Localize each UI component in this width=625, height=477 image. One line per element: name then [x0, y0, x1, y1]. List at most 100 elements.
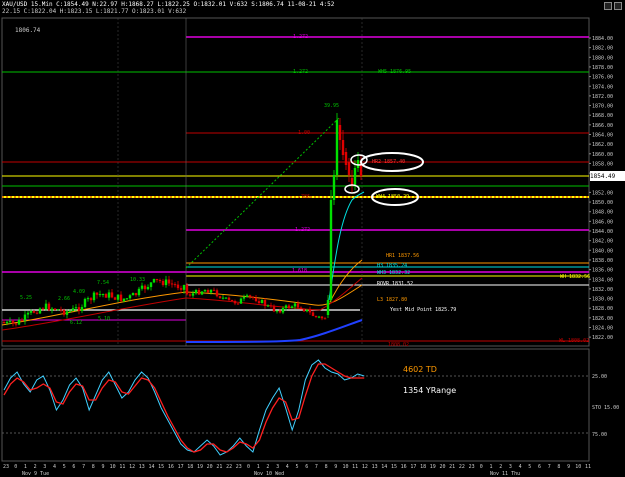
yest-mid-label: Yest Mid Point 1825.79 — [390, 307, 457, 313]
candle-body — [140, 285, 144, 289]
candle-body — [278, 310, 282, 313]
time-axis-tick: 9 — [334, 464, 337, 470]
rovr-label: ROVR 1831.52 — [377, 281, 414, 287]
candle-body — [296, 303, 300, 308]
time-axis-tick: 22 — [226, 464, 232, 470]
time-axis-tick: 2 — [266, 464, 269, 470]
candle-body — [47, 303, 51, 311]
time-axis-tick: 17 — [178, 464, 184, 470]
time-axis: 23 0 1 2 3 4 5 6 7 8 9 10 11 12 13 14 15 16 17 18 19 20 21 22 23… — [3, 464, 591, 477]
price-axis-label: 1824.00 — [592, 326, 613, 332]
swing-label-612: 6.12 — [70, 320, 83, 326]
time-axis-tick: 15 — [158, 464, 164, 470]
candle-body — [14, 323, 18, 325]
swing-label-754: 7.54 — [97, 280, 110, 286]
candle-body — [254, 297, 258, 302]
fib-1272-label: 1.272 — [295, 227, 311, 233]
candle-body — [218, 296, 222, 298]
candle-body — [155, 278, 159, 281]
candle-body — [338, 125, 342, 140]
swing-high-label: 39.95 — [324, 103, 340, 109]
candle-body — [38, 308, 42, 314]
wh-right-label: WH 1832.56 — [560, 274, 591, 280]
price-axis-label: 1850.00 — [592, 200, 613, 206]
candle-body — [161, 280, 165, 286]
time-axis-day: Nov 10 Wed — [254, 471, 284, 477]
candle-body — [269, 305, 273, 307]
candle-body — [353, 168, 357, 185]
candle-body — [26, 312, 30, 315]
time-axis-tick: 6 — [72, 464, 75, 470]
candle-body — [152, 278, 156, 283]
candle-body — [266, 305, 270, 307]
time-axis-tick: 4 — [286, 464, 289, 470]
candle-body — [188, 294, 192, 296]
td-count-label: 4602 TD — [403, 365, 437, 374]
time-axis-tick: 23 — [236, 464, 242, 470]
wh4-label: WH4 1850.29 — [376, 194, 410, 200]
time-axis-tick: 10 — [575, 464, 581, 470]
candle-body — [275, 310, 279, 312]
time-axis-tick: 21 — [449, 464, 455, 470]
stoch-axis-label: STO 15.00 — [592, 405, 619, 411]
time-axis-tick: 9 — [567, 464, 570, 470]
swing-label-266: 2.66 — [58, 296, 71, 302]
price-axis-label: 1842.00 — [592, 239, 613, 245]
candle-body — [305, 309, 309, 312]
candle-body — [284, 305, 288, 308]
time-axis-tick: 3 — [276, 464, 279, 470]
time-axis-tick: 21 — [216, 464, 222, 470]
candle-body — [356, 160, 360, 168]
price-axis-label: 1834.00 — [592, 277, 613, 283]
swing-label-525: 5.25 — [20, 295, 33, 301]
candle-body — [41, 308, 45, 310]
candle-body — [176, 284, 180, 289]
time-axis-tick: 17 — [410, 464, 416, 470]
candle-body — [311, 312, 315, 317]
candlestick-series — [2, 113, 363, 327]
swing-label-1033: 10.33 — [130, 277, 146, 283]
candle-body — [149, 282, 153, 287]
time-axis-tick: 15 — [391, 464, 397, 470]
candle-body — [200, 291, 204, 295]
time-axis-tick: 12 — [129, 464, 135, 470]
candle-body — [137, 288, 141, 296]
time-axis-tick: 11 — [585, 464, 591, 470]
time-axis-tick: 23 — [3, 464, 9, 470]
time-axis-tick: 10 — [110, 464, 116, 470]
candle-body — [128, 295, 132, 299]
time-axis-tick: 14 — [381, 464, 387, 470]
fib-lo-label: 1.618 — [292, 268, 308, 274]
candle-body — [173, 284, 177, 286]
time-axis-tick: 22 — [459, 464, 465, 470]
time-axis-tick: 7 — [315, 464, 318, 470]
candle-body — [182, 284, 186, 290]
price-axis-label: 1848.00 — [592, 210, 613, 216]
candle-body — [185, 284, 189, 295]
candle-body — [83, 298, 87, 308]
time-axis-tick: 1 — [489, 464, 492, 470]
candle-body — [119, 294, 123, 302]
candle-body — [236, 303, 240, 305]
candle-body — [320, 316, 324, 319]
price-axis-label: 1840.00 — [592, 248, 613, 254]
price-chart[interactable]: 1884.001882.001880.001878.001876.001874.… — [0, 0, 625, 477]
yrange-label: 1354 YRange — [403, 386, 457, 395]
price-axis-label: 1866.00 — [592, 123, 613, 129]
swing-label-409: 4.09 — [73, 289, 86, 295]
candle-body — [326, 300, 330, 315]
candle-body — [59, 309, 63, 311]
time-axis-tick: 5 — [63, 464, 66, 470]
pivot-bottom-label: 1808.02 — [388, 342, 410, 348]
candle-body — [308, 309, 312, 313]
price-axis-label: 1822.00 — [592, 335, 613, 341]
price-axis-label: 1862.00 — [592, 142, 613, 148]
time-axis-tick: 3 — [509, 464, 512, 470]
candle-body — [53, 308, 57, 310]
candle-body — [20, 319, 24, 321]
time-axis-tick: 5 — [295, 464, 298, 470]
time-axis-tick: 5 — [528, 464, 531, 470]
candle-body — [116, 294, 120, 300]
candle-body — [131, 293, 135, 296]
candle-body — [299, 307, 303, 310]
